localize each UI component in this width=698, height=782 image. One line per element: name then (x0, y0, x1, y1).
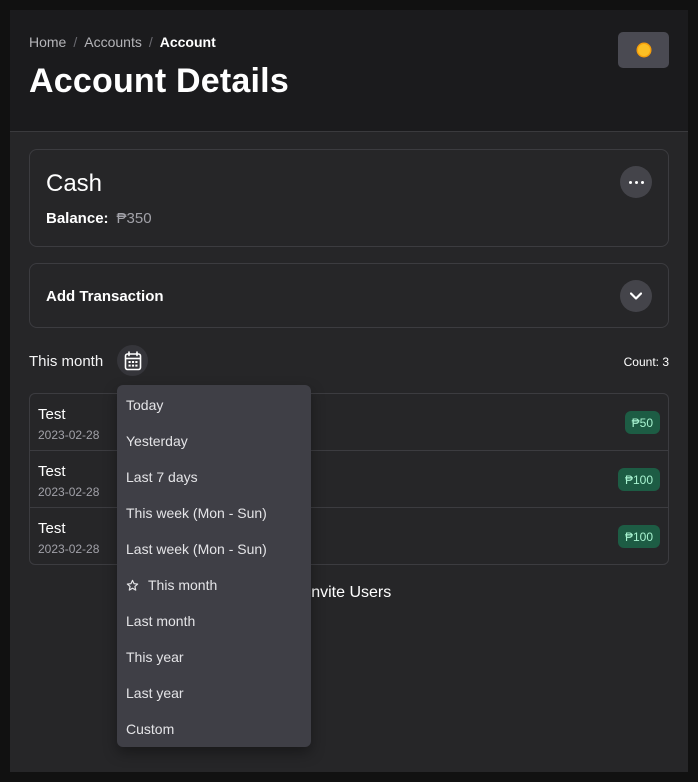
breadcrumb-current: Account (159, 34, 216, 50)
dropdown-item-label: Last year (126, 685, 184, 701)
theme-toggle-button[interactable] (618, 32, 669, 68)
transaction-name: Test (38, 520, 66, 537)
dropdown-item-label: This month (148, 577, 218, 593)
dropdown-item-label: Custom (126, 721, 175, 737)
dropdown-item-this-month[interactable]: This month (117, 567, 311, 603)
transaction-date: 2023-02-28 (38, 542, 100, 556)
balance-label: Balance: (46, 210, 109, 227)
expand-button[interactable] (620, 280, 652, 312)
transaction-date: 2023-02-28 (38, 428, 100, 442)
dropdown-item-label: This week (Mon - Sun) (126, 505, 267, 521)
date-filter-label: This month (29, 353, 104, 370)
dropdown-item-label: Last week (Mon - Sun) (126, 541, 267, 557)
dropdown-item-today[interactable]: Today (117, 387, 311, 423)
breadcrumb-home[interactable]: Home (29, 34, 66, 50)
account-name: Cash (46, 170, 103, 197)
sun-icon (637, 44, 650, 56)
account-balance: Balance: ₱350 (46, 210, 152, 227)
app-container: Home / Accounts / Account Account Detail… (10, 10, 688, 772)
dropdown-item-label: Last month (126, 613, 196, 629)
star-icon (126, 579, 140, 592)
dropdown-item-this-week[interactable]: This week (Mon - Sun) (117, 495, 311, 531)
breadcrumb-separator: / (73, 34, 78, 50)
transaction-name: Test (38, 463, 66, 480)
add-transaction-title: Add Transaction (46, 288, 164, 305)
dropdown-item-last-week[interactable]: Last week (Mon - Sun) (117, 531, 311, 567)
breadcrumb-accounts[interactable]: Accounts (84, 34, 142, 50)
transaction-amount-badge: ₱100 (617, 468, 660, 491)
dropdown-item-last-year[interactable]: Last year (117, 675, 311, 711)
breadcrumb: Home / Accounts / Account (29, 34, 216, 50)
dropdown-item-yesterday[interactable]: Yesterday (117, 423, 311, 459)
more-options-button[interactable] (620, 166, 652, 198)
dropdown-item-label: Last 7 days (126, 469, 198, 485)
transaction-amount-badge: ₱50 (624, 411, 660, 434)
add-transaction-panel[interactable]: Add Transaction (29, 263, 669, 328)
dropdown-item-last-month[interactable]: Last month (117, 603, 311, 639)
ellipsis-icon (628, 180, 644, 184)
dropdown-item-label: This year (126, 649, 184, 665)
date-filter-button[interactable] (117, 345, 148, 376)
page-header: Home / Accounts / Account Account Detail… (10, 10, 688, 132)
transaction-name: Test (38, 406, 66, 423)
calendar-icon (124, 350, 141, 370)
account-card: Cash Balance: ₱350 (29, 149, 669, 247)
page-title: Account Details (29, 62, 289, 100)
transaction-date: 2023-02-28 (38, 485, 100, 499)
dropdown-item-label: Today (126, 397, 164, 413)
dropdown-item-custom[interactable]: Custom (117, 711, 311, 747)
dropdown-item-label: Yesterday (126, 433, 188, 449)
transaction-amount-badge: ₱100 (617, 525, 660, 548)
transaction-count: Count: 3 (623, 355, 669, 369)
date-range-dropdown: Today Yesterday Last 7 days This week (M… (117, 385, 311, 747)
chevron-down-icon (630, 292, 642, 300)
dropdown-item-this-year[interactable]: This year (117, 639, 311, 675)
breadcrumb-separator: / (148, 34, 153, 50)
dropdown-item-last-7-days[interactable]: Last 7 days (117, 459, 311, 495)
balance-value: ₱350 (116, 210, 152, 227)
